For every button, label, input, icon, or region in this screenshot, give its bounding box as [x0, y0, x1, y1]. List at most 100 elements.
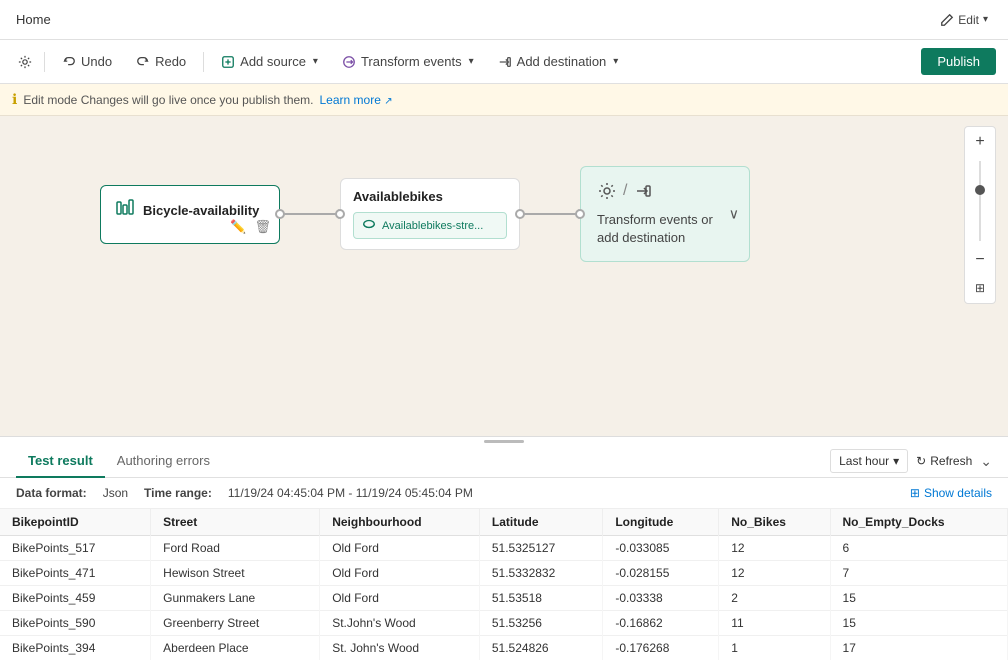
table-cell: 51.53518: [479, 586, 602, 611]
panel-tab-actions: Last hour ▾ ↻ Refresh ⌄: [830, 449, 992, 473]
table-row: BikePoints_471Hewison StreetOld Ford51.5…: [0, 561, 1008, 586]
data-table-wrap: BikepointID Street Neighbourhood Latitud…: [0, 509, 1008, 660]
expand-button[interactable]: ⌄: [980, 453, 992, 470]
table-cell: Gunmakers Lane: [151, 586, 320, 611]
source-node-actions: ✏️ 🗑: [230, 219, 271, 235]
separator-slash: /: [623, 182, 627, 200]
table-cell: St.John's Wood: [320, 611, 480, 636]
time-range-value: 11/19/24 04:45:04 PM - 11/19/24 05:45:04…: [228, 486, 473, 500]
refresh-icon: ↻: [916, 454, 926, 468]
info-icon: ℹ: [12, 91, 17, 108]
drag-line: [484, 440, 524, 443]
flow-area: Bicycle-availability ✏️ 🗑 Availablebikes…: [100, 166, 750, 262]
edit-node-icon[interactable]: ✏️: [230, 219, 246, 235]
table-cell: Aberdeen Place: [151, 636, 320, 660]
add-source-icon: [221, 55, 235, 69]
table-cell: 51.5332832: [479, 561, 602, 586]
bottom-panel: Test result Authoring errors Last hour ▾…: [0, 436, 1008, 660]
transform-chevron-icon: ▾: [469, 56, 474, 67]
data-format-value: Json: [103, 486, 128, 500]
panel-tabs: Test result Authoring errors Last hour ▾…: [0, 445, 1008, 478]
dest-node-text: Transform events or add destination: [597, 211, 733, 247]
table-cell: Old Ford: [320, 561, 480, 586]
stream-label: Availablebikes-stre...: [382, 220, 483, 232]
undo-icon: [62, 55, 76, 69]
col-neighbourhood: Neighbourhood: [320, 509, 480, 536]
undo-button[interactable]: Undo: [51, 48, 123, 75]
data-table: BikepointID Street Neighbourhood Latitud…: [0, 509, 1008, 660]
table-cell: -0.03338: [603, 586, 719, 611]
table-cell: 12: [719, 561, 830, 586]
show-details-button[interactable]: ⊞ Show details: [910, 486, 992, 500]
col-bikepointid: BikepointID: [0, 509, 151, 536]
redo-button[interactable]: Redo: [125, 48, 197, 75]
middle-output-dot: [515, 209, 525, 219]
source-node[interactable]: Bicycle-availability ✏️ 🗑: [100, 185, 280, 244]
table-cell: BikePoints_394: [0, 636, 151, 660]
refresh-button[interactable]: ↻ Refresh: [916, 454, 972, 468]
external-link-icon: ↗: [384, 96, 392, 107]
source-output-dot: [275, 209, 285, 219]
col-no-empty-docks: No_Empty_Docks: [830, 509, 1007, 536]
grid-icon: ⊞: [910, 486, 920, 500]
source-node-title: Bicycle-availability: [143, 203, 259, 218]
col-no-bikes: No_Bikes: [719, 509, 830, 536]
zoom-reset-button[interactable]: ⊞: [967, 275, 993, 301]
tab-test-result[interactable]: Test result: [16, 445, 105, 478]
table-cell: BikePoints_459: [0, 586, 151, 611]
info-message: Edit mode Changes will go live once you …: [23, 93, 313, 107]
col-latitude: Latitude: [479, 509, 602, 536]
add-source-button[interactable]: Add source ▾: [210, 48, 329, 75]
destination-icon: [633, 181, 653, 201]
table-cell: 11: [719, 611, 830, 636]
zoom-out-button[interactable]: −: [967, 247, 993, 273]
add-source-chevron-icon: ▾: [313, 56, 318, 67]
zoom-slider-track: [979, 161, 981, 241]
edit-chevron-icon: ▾: [983, 14, 988, 25]
dest-node-icons: /: [597, 181, 653, 201]
table-cell: 51.524826: [479, 636, 602, 660]
dest-node[interactable]: / Transform events or add destination ∨: [580, 166, 750, 262]
panel-meta: Data format: Json Time range: 11/19/24 0…: [0, 478, 1008, 509]
top-bar-right: Edit ▾: [932, 9, 996, 31]
data-format-label: Data format:: [16, 486, 87, 500]
tab-authoring-errors[interactable]: Authoring errors: [105, 445, 222, 478]
learn-more-link[interactable]: Learn more ↗: [320, 93, 393, 107]
zoom-controls: + − ⊞: [964, 126, 996, 304]
publish-button[interactable]: Publish: [921, 48, 996, 75]
canvas: Bicycle-availability ✏️ 🗑 Availablebikes…: [0, 116, 1008, 436]
time-range-select[interactable]: Last hour ▾: [830, 449, 908, 473]
middle-node-title: Availablebikes: [353, 189, 507, 204]
table-cell: 51.53256: [479, 611, 602, 636]
select-chevron-icon: ▾: [893, 454, 899, 468]
table-cell: 17: [830, 636, 1007, 660]
toolbar: Undo Redo Add source ▾ Transform events …: [0, 40, 1008, 84]
edit-button[interactable]: Edit ▾: [932, 9, 996, 31]
top-bar-title: Home: [12, 12, 55, 27]
table-cell: 7: [830, 561, 1007, 586]
time-range-label: Time range:: [144, 486, 212, 500]
arrow-2: [520, 213, 580, 215]
table-cell: -0.033085: [603, 536, 719, 561]
table-cell: BikePoints_471: [0, 561, 151, 586]
delete-node-icon[interactable]: 🗑: [254, 219, 271, 235]
table-cell: Old Ford: [320, 536, 480, 561]
add-destination-icon: [498, 55, 512, 69]
settings-button[interactable]: [12, 51, 38, 73]
top-bar: Home Edit ▾: [0, 0, 1008, 40]
dest-node-chevron-icon[interactable]: ∨: [729, 206, 739, 223]
add-destination-button[interactable]: Add destination ▾: [487, 48, 630, 75]
panel-drag-handle[interactable]: [0, 437, 1008, 445]
table-cell: -0.16862: [603, 611, 719, 636]
table-cell: Ford Road: [151, 536, 320, 561]
table-cell: 51.5325127: [479, 536, 602, 561]
table-row: BikePoints_459Gunmakers LaneOld Ford51.5…: [0, 586, 1008, 611]
zoom-in-button[interactable]: +: [967, 129, 993, 155]
table-row: BikePoints_517Ford RoadOld Ford51.532512…: [0, 536, 1008, 561]
transform-button[interactable]: Transform events ▾: [331, 48, 485, 75]
table-cell: 2: [719, 586, 830, 611]
edit-icon: [940, 13, 954, 27]
zoom-slider-thumb: [975, 185, 985, 195]
middle-node[interactable]: Availablebikes Availablebikes-stre...: [340, 178, 520, 250]
table-row: BikePoints_590Greenberry StreetSt.John's…: [0, 611, 1008, 636]
